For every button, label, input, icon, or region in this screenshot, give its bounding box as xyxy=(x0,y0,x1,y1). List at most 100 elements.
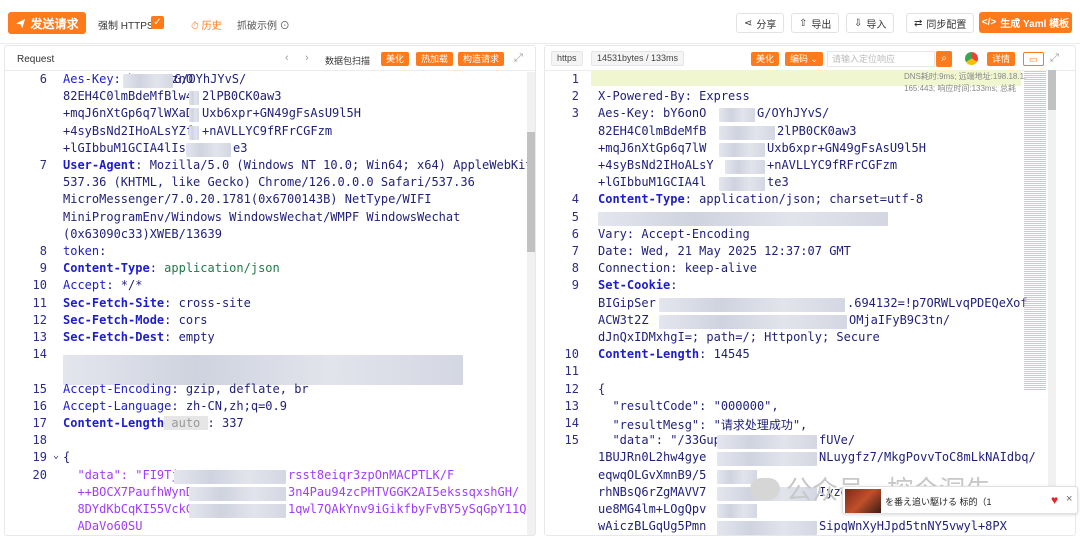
encoding-dropdown[interactable]: 编码 ⌄ xyxy=(785,52,824,66)
response-toolbar: https 14531bytes / 133ms 美化 编码 ⌄ 请输入定位响应… xyxy=(545,46,1075,71)
code-token: dJnQxIDMxhgI=; path=/; Httponly; Secure xyxy=(598,330,880,344)
expand-icon[interactable]: ⤢ xyxy=(514,52,523,65)
code-token: { xyxy=(598,381,606,396)
code-line: +lGIbbuM1GCIA4lIs xyxy=(63,141,186,155)
sync-config-button[interactable]: ⇄ 同步配置 xyxy=(906,13,975,33)
code-token-tail: 3n4Pau94zcPHTVGGK2AI5ekssqxshGH/ xyxy=(288,484,520,499)
heart-icon[interactable]: ♥ xyxy=(1051,493,1058,507)
line-number: 8 xyxy=(571,261,579,276)
line-number: 15 xyxy=(564,433,579,448)
import-button[interactable]: ⇩ 导入 xyxy=(846,13,895,33)
line-number: 10 xyxy=(564,347,579,362)
next-arrow-icon[interactable]: › xyxy=(305,52,309,64)
line-number: 12 xyxy=(564,381,579,396)
code-token: 8DYdKbCqKI55VckG xyxy=(63,502,194,516)
code-token: Aes-Key xyxy=(63,72,114,86)
line-number: 3 xyxy=(571,106,579,121)
code-token: ADaVo60SU xyxy=(63,519,143,534)
request-beautify-button[interactable]: 美化 xyxy=(381,52,410,66)
code-token: Content-Type xyxy=(63,261,150,276)
response-scrollbar[interactable] xyxy=(1048,70,1056,494)
code-line: wAiczBLGqUg5Pmn xyxy=(598,519,706,533)
code-token: : gzip, deflate, br xyxy=(171,381,309,396)
code-line: Accept-Language: zh-CN,zh;q=0.9 xyxy=(63,399,287,413)
code-token: 82EH4C0lmBdeMfBlw4 xyxy=(63,89,194,104)
build-request-button[interactable]: 构造请求 xyxy=(458,52,505,66)
expand-icon[interactable]: ⤢ xyxy=(1050,52,1059,65)
response-beautify-button[interactable]: 美化 xyxy=(751,52,780,66)
code-line: Content-Length auto : 337 xyxy=(63,416,244,430)
code-token: +lGIbbuM1GCIA4lIs xyxy=(63,140,186,155)
history-link[interactable]: ⏱ 历史 xyxy=(191,17,222,32)
code-token-tail: 2lPB0CK0aw3 xyxy=(777,123,857,138)
code-token: : application/json; charset=utf-8 xyxy=(684,192,924,207)
code-line: ADaVo60SU xyxy=(63,519,142,533)
prev-arrow-icon[interactable]: ‹ xyxy=(285,52,289,64)
line-number: 2 xyxy=(571,89,579,104)
code-line: +4syBsNd2IHoALsY xyxy=(598,158,714,172)
export-label: 导出 xyxy=(811,19,832,31)
code-line: Content-Length: 14545 xyxy=(598,347,750,361)
redacted-blur xyxy=(189,504,286,518)
line-number: 6 xyxy=(571,226,579,241)
hot-reload-button[interactable]: 热加载 xyxy=(416,52,454,66)
search-icon[interactable]: ⌕ xyxy=(936,51,952,67)
code-line: (0x63090c33)XWEB/13639 xyxy=(63,227,222,241)
line-number: 12 xyxy=(32,312,47,327)
code-line: dJnQxIDMxhgI=; path=/; Httponly; Secure xyxy=(598,330,880,344)
code-token: "data": xyxy=(63,467,136,482)
music-mini-player[interactable]: を番え追い駆ける 标的（1 ♥ × xyxy=(842,486,1078,514)
generate-yaml-button[interactable]: </> 生成 Yaml 模板 xyxy=(979,12,1072,33)
code-line: Connection: keep-alive xyxy=(598,261,757,275)
code-line: "resultCode": "000000", xyxy=(598,399,778,413)
chrome-icon[interactable] xyxy=(965,52,978,65)
code-line: token: xyxy=(63,244,106,258)
close-icon[interactable]: × xyxy=(1066,493,1072,505)
code-token-tail: NLuygfz7/MkgPovvToC8mLkNAIdbq/ xyxy=(819,450,1036,465)
yaml-label: 生成 Yaml 模板 xyxy=(1000,19,1070,30)
code-token-tail: +nAVLLYC9fRFrCGFzm xyxy=(202,123,333,138)
share-button[interactable]: ⋖ 分享 xyxy=(736,13,785,33)
force-https-checkbox[interactable]: ✓ xyxy=(151,16,164,29)
code-line: Accept-Encoding: gzip, deflate, br xyxy=(63,382,309,396)
redacted-blur xyxy=(659,297,845,312)
request-editor[interactable]: 6Aes-Key: bY6onOznOG/OYhJYvS/82EH4C0lmBd… xyxy=(5,72,535,535)
response-minimap[interactable] xyxy=(1024,70,1046,390)
code-line: ACW3t2Z xyxy=(598,313,649,327)
response-panel: https 14531bytes / 133ms 美化 编码 ⌄ 请输入定位响应… xyxy=(544,45,1076,536)
code-line: Content-Type: application/json xyxy=(63,261,280,275)
export-button[interactable]: ⇧ 导出 xyxy=(791,13,840,33)
line-number: 6 xyxy=(39,72,47,86)
redacted-blur xyxy=(598,211,888,226)
code-token-tail: 1qwl7QAkYnv9iGikfbyFvBY5ySqGpY11Q xyxy=(288,502,527,516)
line-number: 18 xyxy=(32,433,47,448)
response-search-input[interactable]: 请输入定位响应 xyxy=(827,51,935,67)
fold-chevron-icon[interactable]: ⌄ xyxy=(49,450,59,461)
code-token: Content-Type xyxy=(598,192,685,207)
code-token: X-Powered-By: Express xyxy=(598,89,750,104)
code-token: +mqJ6nXtGp6q7lWXaD xyxy=(63,106,194,121)
redacted-blur xyxy=(189,125,199,140)
code-token: Vary: Accept-Encoding xyxy=(598,226,750,241)
line-number: 14 xyxy=(564,416,579,430)
request-scrollbar[interactable] xyxy=(527,72,535,535)
clock-icon: ⏱ xyxy=(191,21,199,32)
code-token-tail: SipqWnXyHJpd5tnNY5vwyl+8PX xyxy=(819,519,1007,534)
response-editor[interactable]: 1HTTP/1.1 200 OK2X-Powered-By: Express3A… xyxy=(545,72,1075,535)
response-scroll-thumb[interactable] xyxy=(1048,70,1056,110)
request-toolbar: Request ‹ › 数据包扫描 美化 热加载 构造请求 ⤢ xyxy=(5,46,535,71)
code-line: Sec-Fetch-Site: cross-site xyxy=(63,296,251,310)
code-token: User-Agent xyxy=(63,158,136,172)
details-button[interactable]: 详情 xyxy=(987,52,1016,66)
request-panel: Request ‹ › 数据包扫描 美化 热加载 构造请求 ⤢ 6 Aes-Key… xyxy=(4,45,536,536)
sample-link[interactable]: 抓破示例 ⊙ xyxy=(237,17,290,32)
protocol-badge: https xyxy=(551,51,583,66)
line-number: 13 xyxy=(32,330,47,344)
top-toolbar: 发送请求 强制 HTTPS ✓ ⏱ 历史 抓破示例 ⊙ ⋖ 分享 ⇧ 导出 ⇩ 导入 … xyxy=(0,0,1080,44)
redacted-blur xyxy=(717,521,817,535)
packet-scan-button[interactable]: 数据包扫描 xyxy=(325,54,370,67)
comment-icon[interactable]: ▭ xyxy=(1023,52,1044,66)
request-scroll-thumb[interactable] xyxy=(527,132,535,252)
line-number: 11 xyxy=(32,295,47,310)
send-request-button[interactable]: 发送请求 xyxy=(8,12,86,34)
